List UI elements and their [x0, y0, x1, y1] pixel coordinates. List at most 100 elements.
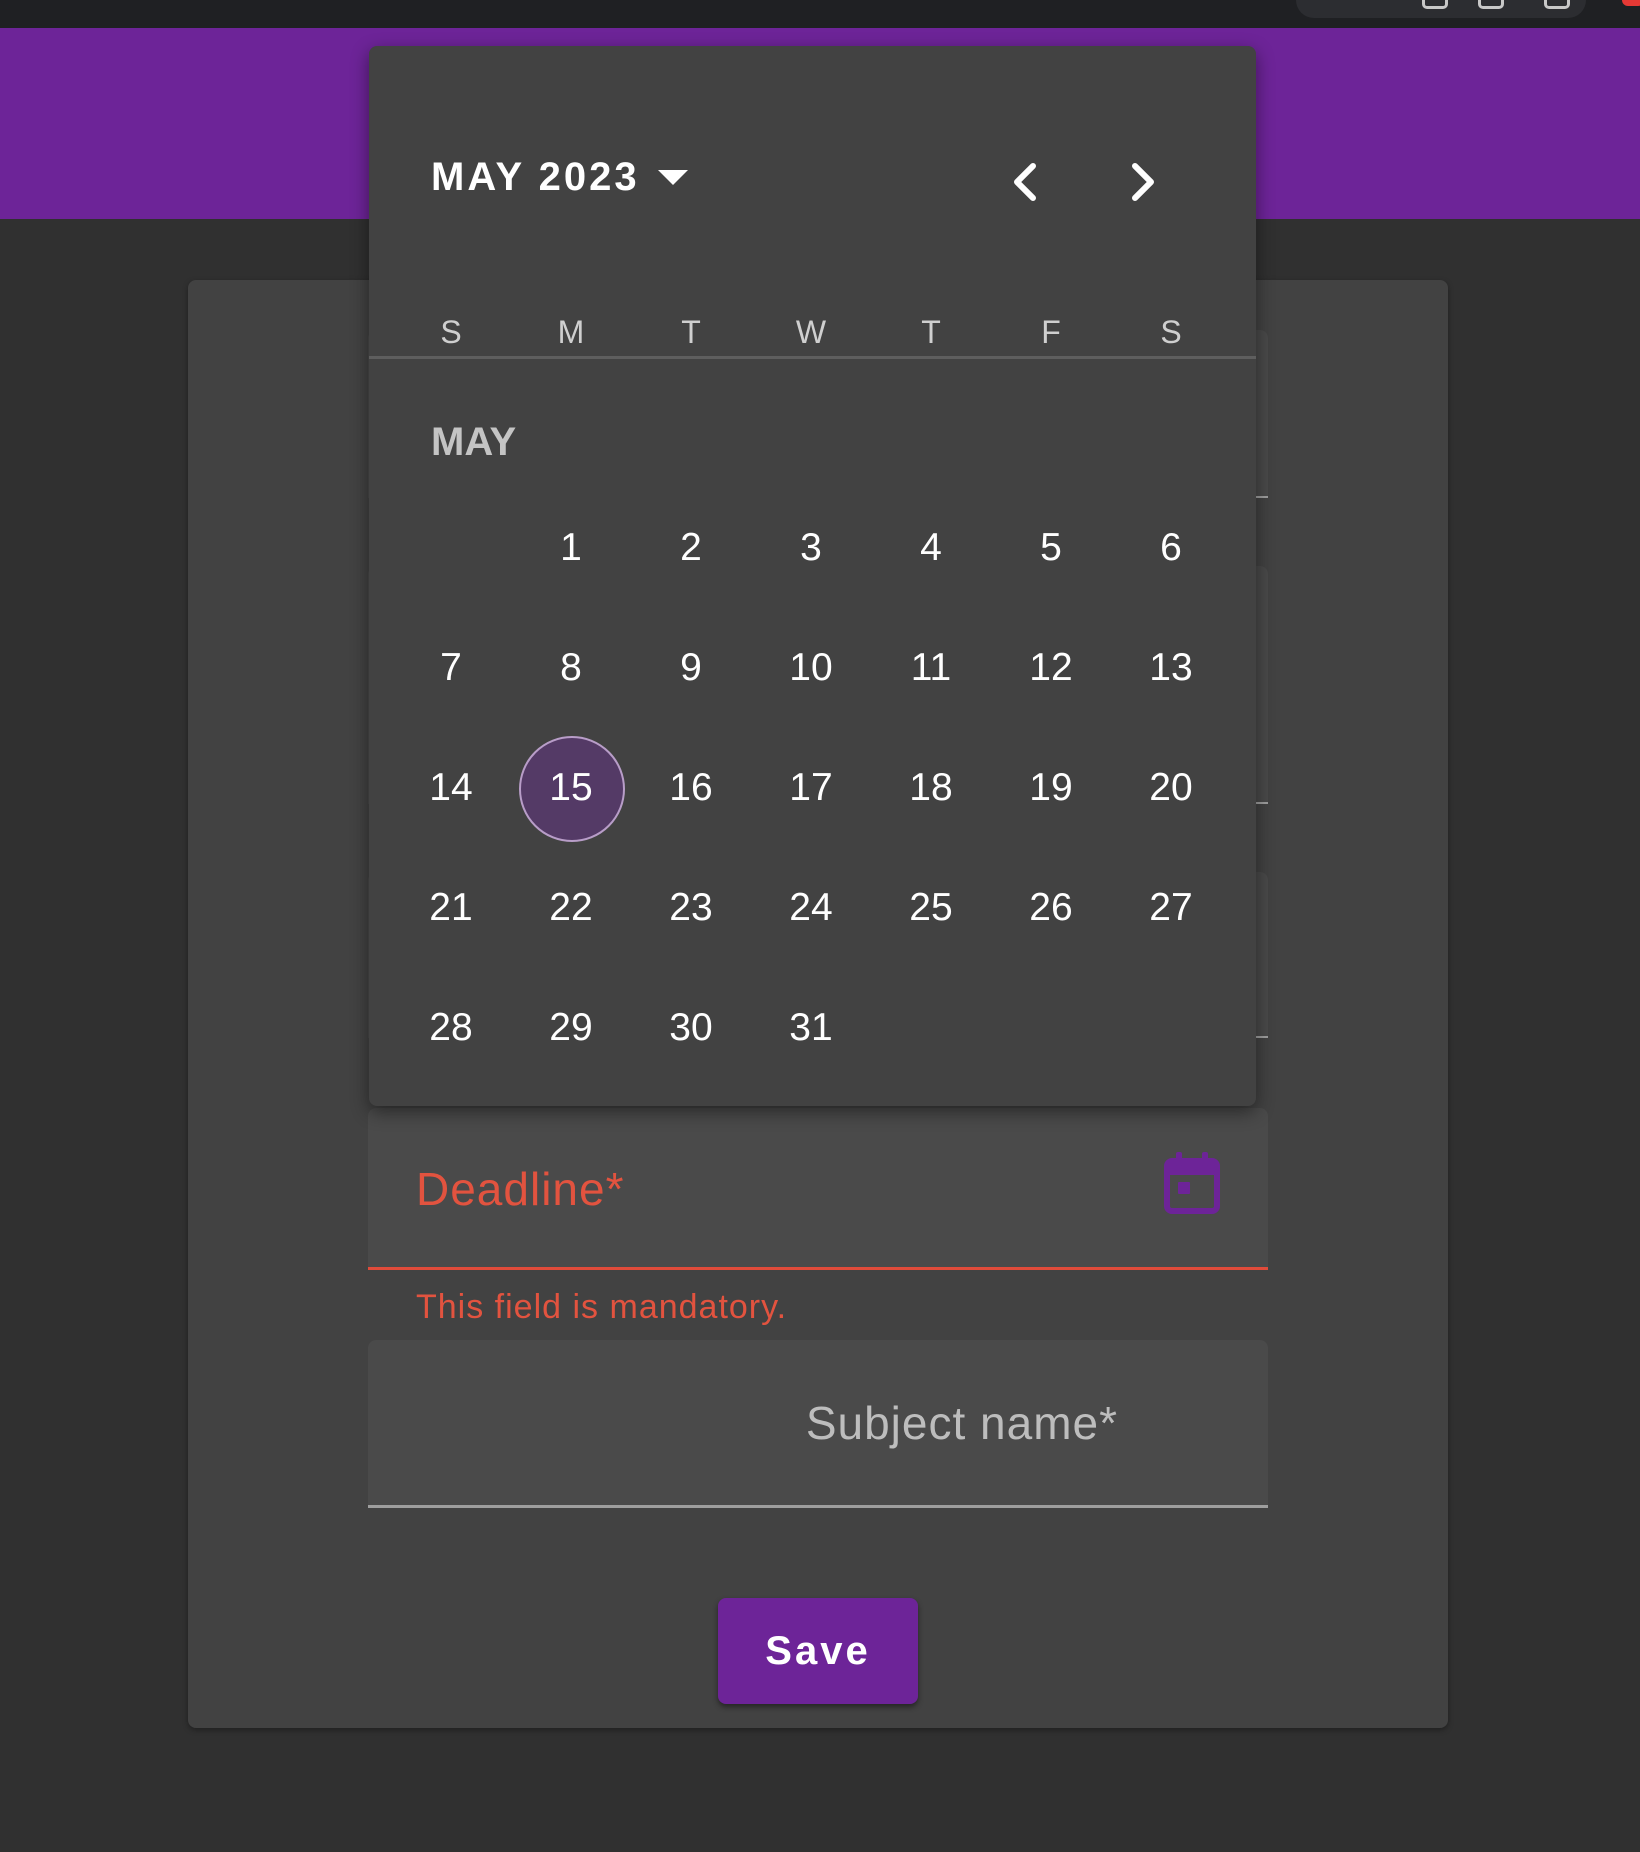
day-cell[interactable]: 26 — [991, 848, 1111, 968]
selected-day-cell[interactable]: 15 — [511, 728, 631, 848]
day-cell[interactable]: 30 — [631, 968, 751, 1088]
day-number: 16 — [669, 766, 713, 809]
weekday-label: F — [1041, 314, 1061, 350]
subject-name-field[interactable]: Subject name* — [368, 1340, 1268, 1508]
day-number: 24 — [789, 886, 833, 929]
hidden-field-2-underline — [1256, 802, 1268, 804]
weekday-label: W — [795, 314, 827, 350]
period-label: MAY 2023 — [431, 154, 640, 199]
next-month-button[interactable] — [1103, 142, 1183, 222]
calendar-week-row: 14 15 16 17 18 19 20 — [391, 728, 1231, 848]
notification-dot — [1622, 0, 1640, 6]
day-number: 17 — [789, 766, 833, 809]
day-cell[interactable]: 9 — [631, 608, 751, 728]
day-number: 2 — [680, 526, 702, 569]
hidden-field-1-underline — [1256, 496, 1268, 498]
day-number: 23 — [669, 886, 713, 929]
day-number: 21 — [429, 886, 473, 929]
day-cell[interactable]: 25 — [871, 848, 991, 968]
day-cell[interactable]: 7 — [391, 608, 511, 728]
save-button[interactable]: Save — [718, 1598, 918, 1704]
empty-day-cell — [991, 968, 1111, 1088]
day-cell[interactable]: 31 — [751, 968, 871, 1088]
weekday-label: T — [681, 314, 701, 350]
previous-month-button[interactable] — [985, 142, 1065, 222]
day-cell[interactable]: 19 — [991, 728, 1111, 848]
day-number: 27 — [1149, 886, 1193, 929]
day-number: 9 — [680, 646, 702, 689]
day-cell[interactable]: 4 — [871, 488, 991, 608]
day-number: 25 — [909, 886, 953, 929]
weekday-header: S M T W T F S — [391, 314, 1231, 384]
day-cell[interactable]: 2 — [631, 488, 751, 608]
weekday-label: S — [440, 314, 462, 350]
day-cell[interactable]: 16 — [631, 728, 751, 848]
day-number: 26 — [1029, 886, 1073, 929]
calendar-week-row: 28 29 30 31 — [391, 968, 1231, 1088]
day-cell[interactable]: 27 — [1111, 848, 1231, 968]
month-label: MAY — [431, 420, 517, 464]
empty-day-cell — [391, 488, 511, 608]
day-cell[interactable]: 17 — [751, 728, 871, 848]
day-number: 7 — [440, 646, 462, 689]
deadline-label: Deadline* — [416, 1163, 625, 1215]
day-cell[interactable]: 22 — [511, 848, 631, 968]
day-number: 13 — [1149, 646, 1193, 689]
day-number: 22 — [549, 886, 593, 929]
star-icon[interactable] — [1544, 0, 1570, 9]
calendar-toggle-button[interactable] — [1164, 1152, 1220, 1214]
share-icon[interactable] — [1478, 0, 1504, 9]
search-icon[interactable] — [1422, 0, 1448, 9]
weekday-label: M — [557, 314, 585, 350]
day-number: 4 — [920, 526, 942, 569]
day-number: 11 — [910, 646, 952, 689]
day-cell[interactable]: 20 — [1111, 728, 1231, 848]
day-cell[interactable]: 10 — [751, 608, 871, 728]
day-cell[interactable]: 6 — [1111, 488, 1231, 608]
day-cell[interactable]: 8 — [511, 608, 631, 728]
day-number: 28 — [429, 1006, 473, 1049]
day-grid: 1 2 3 4 5 6 7 8 9 10 11 12 13 14 15 16 17 18 19 20 21 22 23 24 2… — [391, 488, 1231, 1088]
browser-toolbar — [0, 0, 1640, 28]
day-number: 6 — [1160, 526, 1182, 569]
chevron-right-icon — [1132, 163, 1154, 201]
day-cell[interactable]: 23 — [631, 848, 751, 968]
calendar-divider — [369, 356, 1256, 359]
calendar-week-row: 7 8 9 10 11 12 13 — [391, 608, 1231, 728]
day-number: 31 — [789, 1006, 833, 1049]
day-number: 10 — [789, 646, 833, 689]
day-number: 18 — [909, 766, 953, 809]
day-number: 8 — [560, 646, 582, 689]
day-cell[interactable]: 28 — [391, 968, 511, 1088]
caret-down-icon — [657, 169, 688, 185]
day-cell[interactable]: 24 — [751, 848, 871, 968]
day-cell[interactable]: 12 — [991, 608, 1111, 728]
day-cell[interactable]: 18 — [871, 728, 991, 848]
day-number: 20 — [1149, 766, 1193, 809]
day-number: 14 — [429, 766, 473, 809]
datepicker-popup: MAY 2023 S M T W T F S MAY 1 2 3 4 5 6 7 8 9 10 11… — [369, 46, 1256, 1106]
calendar-week-row: 21 22 23 24 25 26 27 — [391, 848, 1231, 968]
day-number: 12 — [1029, 646, 1073, 689]
empty-day-cell — [1111, 968, 1231, 1088]
day-cell[interactable]: 21 — [391, 848, 511, 968]
calendar-icon — [1164, 1152, 1220, 1214]
day-cell[interactable]: 13 — [1111, 608, 1231, 728]
hidden-field-3-underline — [1256, 1036, 1268, 1038]
day-cell[interactable]: 14 — [391, 728, 511, 848]
weekday-label: S — [1160, 314, 1182, 350]
day-number: 5 — [1040, 526, 1062, 569]
subject-name-label: Subject name* — [805, 1397, 1118, 1449]
day-cell[interactable]: 29 — [511, 968, 631, 1088]
weekday-label: T — [921, 314, 941, 350]
chevron-left-icon — [1014, 163, 1036, 201]
day-cell[interactable]: 1 — [511, 488, 631, 608]
calendar-week-row: 1 2 3 4 5 6 — [391, 488, 1231, 608]
day-cell[interactable]: 5 — [991, 488, 1111, 608]
deadline-field[interactable]: Deadline* — [368, 1108, 1268, 1270]
deadline-error-message: This field is mandatory. — [416, 1288, 788, 1326]
day-cell[interactable]: 11 — [871, 608, 991, 728]
day-cell[interactable]: 3 — [751, 488, 871, 608]
day-number: 15 — [549, 766, 593, 809]
period-select-button[interactable]: MAY 2023 — [431, 142, 688, 212]
